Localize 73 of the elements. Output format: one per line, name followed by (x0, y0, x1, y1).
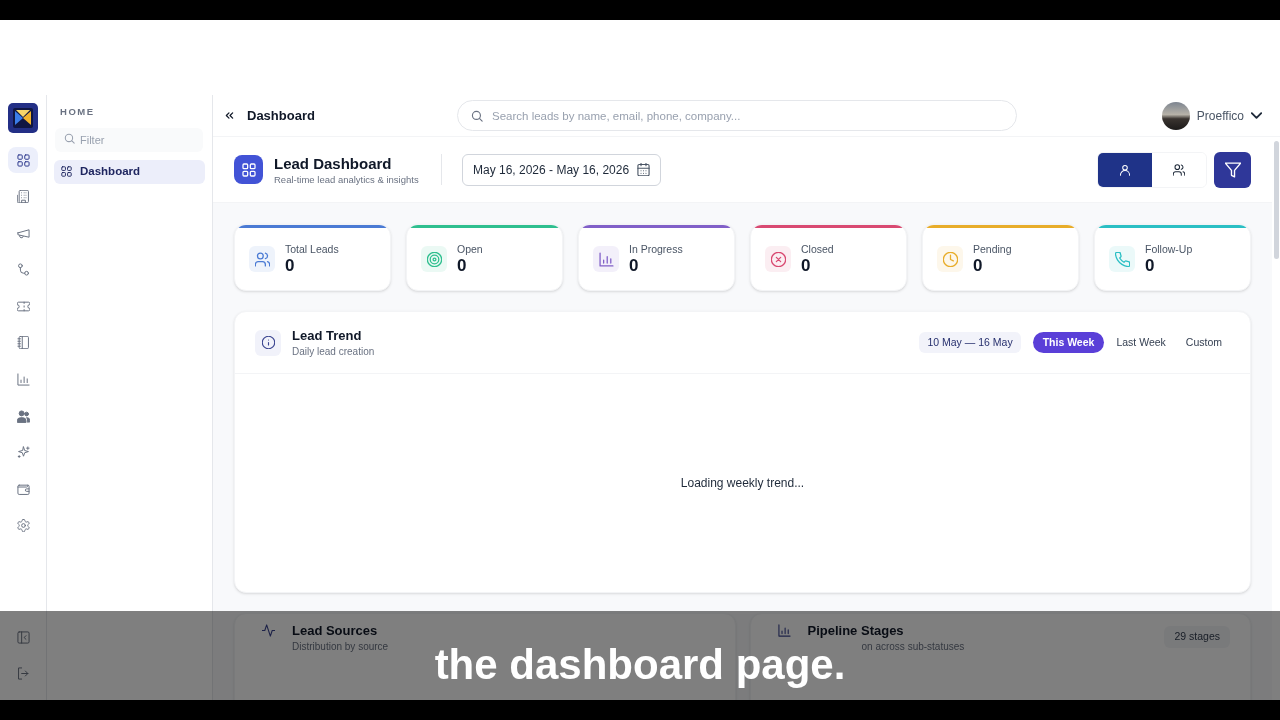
building-icon (16, 190, 30, 204)
avatar-icon (1161, 101, 1190, 130)
double-chevron-left-icon (224, 110, 235, 121)
clock-icon (937, 246, 963, 272)
card-title: Lead Sources (292, 622, 378, 640)
collapse-button[interactable] (223, 109, 236, 122)
route-icon (16, 263, 30, 277)
page-title: Dashboard (247, 106, 315, 125)
loading-message: Loading weekly trend... (680, 475, 805, 492)
stat-value: 0 (457, 256, 468, 276)
search-icon (64, 133, 75, 144)
stat-value: 0 (973, 256, 984, 276)
stat-value: 0 (629, 256, 640, 276)
pulse-icon (262, 624, 275, 637)
stat-value: 0 (801, 256, 812, 276)
stat-label: In Progress (629, 242, 683, 256)
users-icon (1173, 163, 1185, 176)
logo-icon[interactable] (8, 103, 38, 133)
stat-value: 0 (1145, 256, 1156, 276)
period-tab[interactable]: Last Week (1108, 332, 1174, 353)
phone-icon (1109, 246, 1135, 272)
stat-label: Open (457, 242, 483, 256)
grid-icon (16, 153, 30, 167)
grid-icon (61, 166, 72, 177)
rail-button[interactable] (8, 147, 38, 173)
logout-icon (16, 666, 30, 680)
user-menu-button[interactable]: Proeffico (1161, 101, 1262, 130)
settings-icon (16, 519, 30, 533)
card-subtitle: Distribution by source (292, 640, 389, 654)
stage-count-badge: 29 stages (1164, 626, 1230, 648)
bar-chart-icon (777, 624, 791, 637)
section-label: HOME (59, 107, 95, 117)
users-icon (249, 246, 275, 272)
panel-icon (16, 630, 30, 644)
caption-text: the dashboard page. (434, 643, 846, 688)
card-title: Pipeline Stages (807, 622, 904, 640)
scrollbar-thumb[interactable] (1273, 141, 1279, 259)
grid-icon (234, 155, 263, 184)
stat-label: Pending (973, 242, 1012, 256)
calendar-icon (637, 163, 651, 176)
card-title: Lead Trend (292, 326, 363, 345)
notebook-icon (16, 336, 30, 350)
filter-icon (1224, 161, 1241, 178)
date-range-button[interactable]: May 16, 2026 - May 16, 2026 (462, 153, 662, 186)
user-name: Proeffico (1196, 107, 1244, 125)
bar-chart-icon (16, 373, 30, 387)
card-subtitle: on across sub-statuses (861, 640, 965, 654)
bar-chart-icon (593, 246, 619, 272)
chevron-down-icon (1251, 112, 1262, 119)
dashboard-subtitle: Real-time lead analytics & insights (274, 172, 420, 186)
stat-value: 0 (285, 256, 296, 276)
megaphone-icon (16, 226, 30, 240)
search-field[interactable]: Search leads by name, email, phone, company... (457, 100, 1017, 131)
sparkle-icon (16, 446, 30, 460)
stat-label: Follow-Up (1145, 242, 1193, 256)
ticket-icon (16, 299, 30, 313)
user-icon (1119, 163, 1131, 176)
view-toggle-button[interactable] (1098, 152, 1152, 187)
card-subtitle: Daily lead creation (292, 344, 375, 359)
sidebar-item[interactable]: Dashboard (54, 159, 205, 184)
date-range-label: 10 May — 16 May (919, 332, 1021, 353)
wallet-icon (16, 482, 30, 496)
search-icon (471, 109, 483, 122)
stat-label: Closed (801, 242, 834, 256)
period-tab[interactable]: This Week (1032, 332, 1105, 353)
stat-label: Total Leads (285, 242, 339, 256)
users-icon (16, 409, 30, 423)
period-tab[interactable]: Custom (1177, 332, 1230, 353)
info-icon (255, 329, 281, 356)
target-icon (421, 246, 447, 272)
filter-field[interactable]: Filter (55, 127, 203, 152)
filter-button[interactable] (1214, 151, 1251, 188)
dashboard-title: Lead Dashboard (274, 153, 393, 173)
